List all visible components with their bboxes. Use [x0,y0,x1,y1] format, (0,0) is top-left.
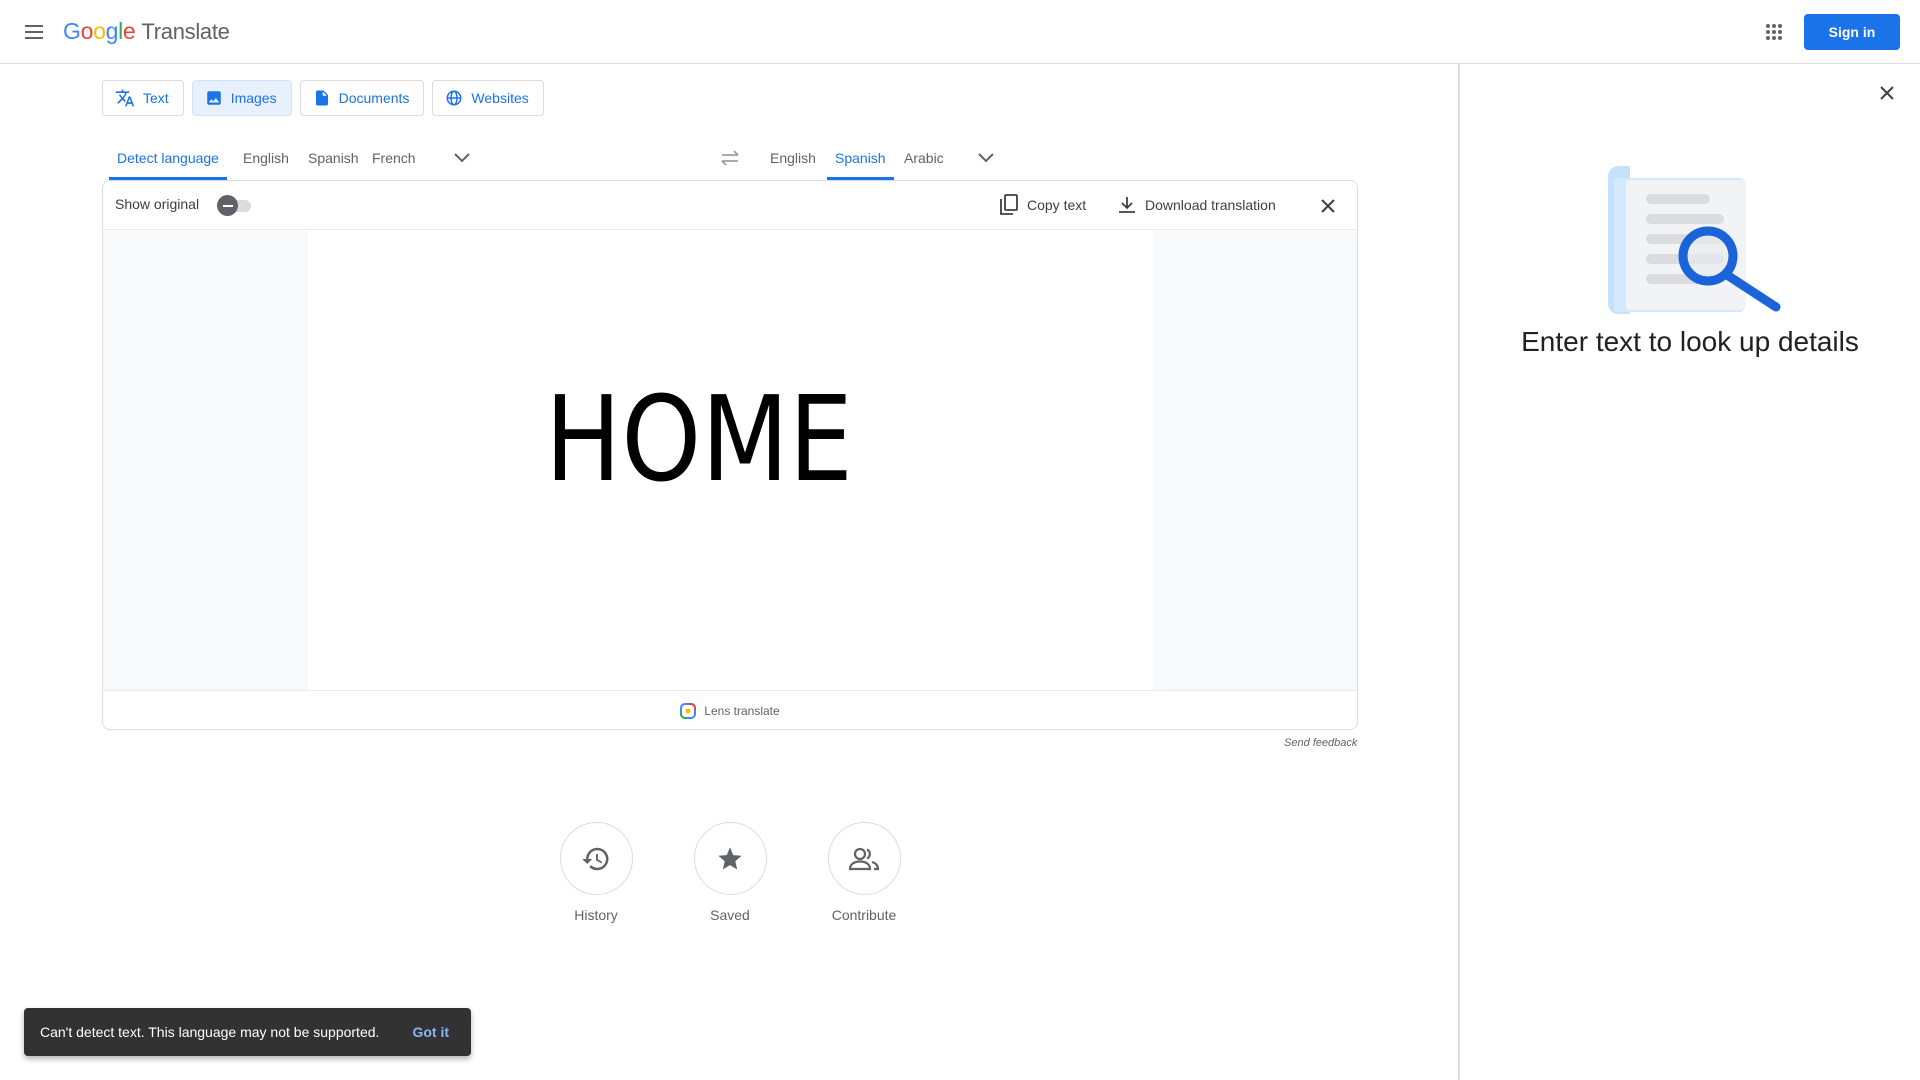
source-lang-english[interactable]: English [235,136,297,180]
close-icon [1321,199,1335,213]
copy-icon [1000,194,1018,215]
download-translation-button[interactable]: Download translation [1117,190,1276,220]
side-panel-divider [1458,64,1460,1080]
saved-circle [693,822,767,895]
tab-websites[interactable]: Websites [432,80,544,116]
tab-text-label: Text [143,90,169,106]
send-feedback-link[interactable]: Send feedback [1284,737,1357,749]
lens-translate-label: Lens translate [704,704,780,718]
target-lang-spanish[interactable]: Spanish [827,136,894,180]
snackbar-message: Can't detect text. This language may not… [40,1024,380,1040]
copy-text-button[interactable]: Copy text [999,190,1086,220]
document-search-illustration [1604,164,1784,314]
people-icon [848,847,880,870]
globe-icon [446,90,462,106]
star-icon [718,846,742,869]
lens-translate-link[interactable]: Lens translate [103,690,1357,729]
tab-images-label: Images [230,90,277,106]
chevron-down-icon [454,153,470,163]
target-lang-arabic[interactable]: Arabic [896,136,952,180]
chevron-down-icon [978,153,994,163]
translate-icon [115,89,135,107]
contribute-circle [827,822,901,895]
toggle-knob [217,195,238,216]
image-viewer: HOME [103,231,1357,690]
image-translation-panel: Show original Copy text Download transla… [102,180,1358,730]
swap-icon [721,150,739,166]
show-original-toggle[interactable] [217,195,253,216]
target-more-languages-button[interactable] [974,146,998,170]
download-translation-label: Download translation [1145,197,1276,213]
snackbar-got-it-button[interactable]: Got it [412,1024,449,1040]
google-translate-logo[interactable]: Google Translate [63,18,230,45]
close-icon [1880,86,1894,100]
main-menu-button[interactable] [20,18,48,46]
saved-button[interactable]: Saved [680,822,780,923]
tab-documents[interactable]: Documents [299,80,425,116]
history-icon [582,847,609,870]
contribute-label: Contribute [831,907,897,923]
panel-toolbar: Show original Copy text Download transla… [103,181,1357,230]
app-header: Google Translate Sign in [0,0,1920,64]
history-button[interactable]: History [546,822,646,923]
show-original-label: Show original [115,196,200,212]
google-lens-icon [680,703,697,719]
tab-documents-label: Documents [338,90,410,106]
apps-grid-icon [1766,24,1782,40]
close-image-button[interactable] [1315,193,1341,219]
tab-text[interactable]: Text [102,80,184,116]
language-bar: Detect language English Spanish French E… [102,136,1358,180]
source-lang-french[interactable]: French [364,136,424,180]
hamburger-menu-icon [25,25,43,39]
image-icon [206,91,221,105]
source-more-languages-button[interactable] [450,146,474,170]
target-lang-english[interactable]: English [762,136,824,180]
history-circle [559,822,633,895]
source-lang-spanish[interactable]: Spanish [300,136,367,180]
swap-languages-button[interactable] [716,146,744,170]
product-name: Translate [141,19,230,44]
google-apps-button[interactable] [1760,18,1788,46]
saved-label: Saved [710,907,750,923]
tab-websites-label: Websites [471,90,529,106]
side-panel-title: Enter text to look up details [1521,326,1859,357]
sign-in-button[interactable]: Sign in [1804,14,1900,50]
mode-tabs: Text Images Documents Websites [102,80,544,116]
contribute-button[interactable]: Contribute [814,822,914,923]
image-text: HOME [544,369,853,508]
source-lang-detect[interactable]: Detect language [109,136,227,180]
history-label: History [574,907,618,923]
copy-text-label: Copy text [1027,197,1087,213]
document-icon [315,90,328,106]
uploaded-image: HOME [308,231,1153,690]
tab-images[interactable]: Images [191,80,292,116]
download-icon [1119,197,1135,213]
error-snackbar: Can't detect text. This language may not… [24,1008,471,1056]
close-side-panel-button[interactable] [1874,80,1900,106]
